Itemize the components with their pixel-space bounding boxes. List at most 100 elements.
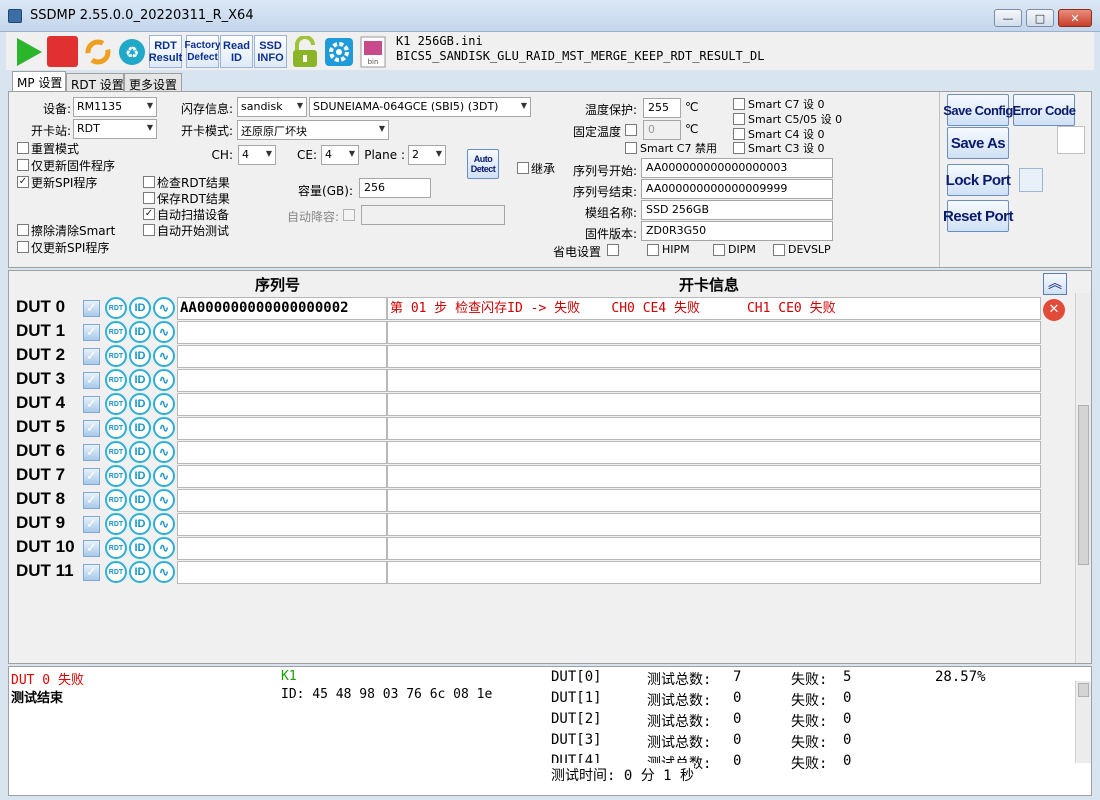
collapse-button[interactable]: ︽ (1043, 273, 1067, 295)
id-icon[interactable]: ID (129, 489, 151, 511)
sn-start-input[interactable]: AA000000000000000003 (641, 158, 833, 178)
update-spi-checkbox[interactable]: ✓ (17, 176, 29, 188)
auto-derate-input[interactable] (361, 205, 505, 225)
wave-icon[interactable]: ∿ (153, 513, 175, 535)
dut-checkbox[interactable]: ✓ (83, 420, 100, 437)
rdt-icon[interactable]: RDT (105, 561, 127, 583)
recycle-button[interactable]: ♻ (115, 35, 148, 68)
factory-defect-button[interactable]: Factory Defect (184, 35, 221, 68)
flash-vendor-select[interactable]: sandisk (237, 97, 307, 117)
rdt-icon[interactable]: RDT (105, 297, 127, 319)
dut-checkbox[interactable]: ✓ (83, 444, 100, 461)
dut-checkbox[interactable]: ✓ (83, 516, 100, 533)
auto-scan-checkbox[interactable]: ✓ (143, 208, 155, 220)
rdt-icon[interactable]: RDT (105, 465, 127, 487)
id-icon[interactable]: ID (129, 513, 151, 535)
ce-select[interactable]: 4 (321, 145, 359, 165)
minimize-button[interactable]: — (994, 9, 1022, 27)
rdt-icon[interactable]: RDT (105, 513, 127, 535)
rdt-icon[interactable]: RDT (105, 393, 127, 415)
stop-button[interactable] (46, 35, 79, 68)
dut-checkbox[interactable]: ✓ (83, 348, 100, 365)
check-rdt-checkbox[interactable] (143, 176, 155, 188)
flash-part-select[interactable]: SDUNEIAMA-064GCE (SBI5) (3DT) (309, 97, 531, 117)
save-config-button[interactable]: Save Config (943, 94, 1013, 126)
tab-mp-settings[interactable]: MP 设置 (12, 71, 66, 93)
smart-c7-disable-checkbox[interactable] (625, 142, 637, 154)
lock-button[interactable] (288, 35, 321, 68)
id-icon[interactable]: ID (129, 465, 151, 487)
dut-checkbox[interactable]: ✓ (83, 468, 100, 485)
erase-smart-checkbox[interactable] (17, 224, 29, 236)
rdt-icon[interactable]: RDT (105, 417, 127, 439)
rdt-icon[interactable]: RDT (105, 321, 127, 343)
log-scrollbar[interactable] (1075, 681, 1091, 763)
auto-derate-checkbox[interactable] (343, 209, 355, 221)
error-code-button[interactable]: Error Code (1013, 94, 1076, 126)
power-checkbox[interactable] (607, 244, 619, 256)
smart-c3-zero-checkbox[interactable] (733, 142, 745, 154)
fw-input[interactable]: ZD0R3G50 (641, 221, 833, 241)
lock-port-button[interactable]: Lock Port (946, 164, 1011, 196)
dut-checkbox[interactable]: ✓ (83, 540, 100, 557)
rdt-icon[interactable]: RDT (105, 345, 127, 367)
id-icon[interactable]: ID (129, 393, 151, 415)
dut-checkbox[interactable]: ✓ (83, 324, 100, 341)
smart-c4-zero-checkbox[interactable] (733, 128, 745, 140)
smart-c7-zero-checkbox[interactable] (733, 98, 745, 110)
id-icon[interactable]: ID (129, 297, 151, 319)
hipm-checkbox[interactable] (647, 244, 659, 256)
save-as-button[interactable]: Save As (947, 127, 1009, 159)
rdt-icon[interactable]: RDT (105, 537, 127, 559)
bin-file-button[interactable]: bin (356, 35, 389, 68)
start-button[interactable] (12, 35, 45, 68)
wave-icon[interactable]: ∿ (153, 489, 175, 511)
spi-only-checkbox[interactable] (17, 241, 29, 253)
rdt-icon[interactable]: RDT (105, 441, 127, 463)
dut-checkbox[interactable]: ✓ (83, 372, 100, 389)
devslp-checkbox[interactable] (773, 244, 785, 256)
fw-only-checkbox[interactable] (17, 159, 29, 171)
wave-icon[interactable]: ∿ (153, 393, 175, 415)
fixed-temp-input[interactable]: 0 (643, 120, 681, 140)
wave-icon[interactable]: ∿ (153, 297, 175, 319)
mode-select[interactable]: 还原原厂坏块 (237, 120, 389, 140)
maximize-button[interactable]: □ (1026, 9, 1054, 27)
read-id-button[interactable]: Read ID (220, 35, 253, 68)
close-circle-icon[interactable]: ✕ (1043, 299, 1065, 321)
id-icon[interactable]: ID (129, 321, 151, 343)
save-rdt-checkbox[interactable] (143, 192, 155, 204)
ssd-info-button[interactable]: SSD INFO (254, 35, 287, 68)
wave-icon[interactable]: ∿ (153, 345, 175, 367)
inherit-checkbox[interactable] (517, 162, 529, 174)
plane-select[interactable]: 2 (408, 145, 446, 165)
id-icon[interactable]: ID (129, 369, 151, 391)
device-select[interactable]: RM1135 (73, 97, 157, 117)
close-button[interactable]: ✕ (1058, 9, 1092, 27)
dut-checkbox[interactable]: ✓ (83, 564, 100, 581)
id-icon[interactable]: ID (129, 441, 151, 463)
settings-button[interactable] (322, 35, 355, 68)
tab-more-settings[interactable]: 更多设置 (124, 73, 182, 93)
tab-rdt-settings[interactable]: RDT 设置 (66, 73, 124, 93)
wave-icon[interactable]: ∿ (153, 369, 175, 391)
auto-detect-button[interactable]: Auto Detect (467, 149, 499, 179)
temp-protect-input[interactable]: 255 (643, 98, 681, 118)
module-input[interactable]: SSD 256GB (641, 200, 833, 220)
dut-checkbox[interactable]: ✓ (83, 492, 100, 509)
sn-end-input[interactable]: AA000000000000009999 (641, 179, 833, 199)
wave-icon[interactable]: ∿ (153, 561, 175, 583)
rdt-result-button[interactable]: RDT Result (149, 35, 182, 68)
rdt-icon[interactable]: RDT (105, 489, 127, 511)
wave-icon[interactable]: ∿ (153, 321, 175, 343)
wave-icon[interactable]: ∿ (153, 465, 175, 487)
reset-mode-checkbox[interactable] (17, 142, 29, 154)
fixed-temp-checkbox[interactable] (625, 124, 637, 136)
capacity-input[interactable]: 256 (359, 178, 431, 198)
dut-checkbox[interactable]: ✓ (83, 396, 100, 413)
id-icon[interactable]: ID (129, 417, 151, 439)
rdt-icon[interactable]: RDT (105, 369, 127, 391)
id-icon[interactable]: ID (129, 345, 151, 367)
grid-scrollbar[interactable] (1075, 293, 1091, 663)
wave-icon[interactable]: ∿ (153, 537, 175, 559)
